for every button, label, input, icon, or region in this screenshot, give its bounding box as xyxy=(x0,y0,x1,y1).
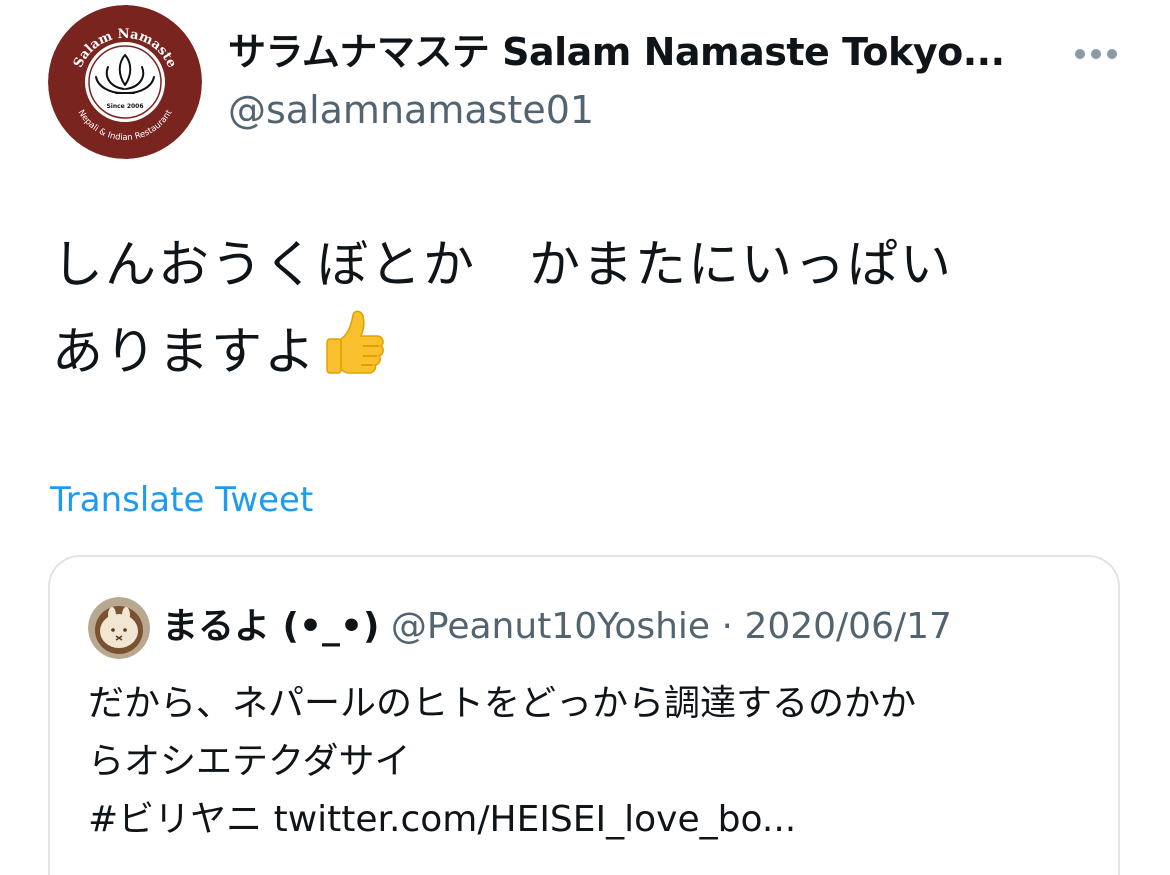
tweet-text-line-last: ありますよ xyxy=(52,305,1132,392)
quoted-tweet-card[interactable]: まるよ (•_•) @Peanut10Yoshie · 2020/06/17 だ… xyxy=(48,555,1120,875)
tweet-text-line: しんおうくぼとか かまたにいっぱい xyxy=(52,236,954,295)
tweet-screen: Salam Namaste Nepali & Indian Restaurant… xyxy=(0,0,1170,875)
author-display-name[interactable]: サラムナマステ Salam Namaste Tokyo... xyxy=(228,26,1058,78)
quoted-tweet-text: だから、ネパールのヒトをどっから調達するのかか らオシエテクダサイ #ビリヤニ … xyxy=(88,675,1098,849)
more-dots-icon[interactable] xyxy=(1073,46,1119,60)
logo-since-text: Since 2006 xyxy=(106,103,143,110)
thumbs-up-icon xyxy=(319,305,391,377)
header-separator: · xyxy=(721,606,733,647)
quoted-text-line: #ビリヤニ twitter.com/HEISEI_love_bo... xyxy=(88,799,797,840)
author-avatar[interactable]: Salam Namaste Nepali & Indian Restaurant… xyxy=(48,5,202,159)
quoted-author-handle[interactable]: @Peanut10Yoshie xyxy=(391,606,710,647)
quoted-text-line: らオシエテクダサイ xyxy=(88,741,411,782)
quoted-author-avatar[interactable] xyxy=(88,597,150,659)
latte-art-avatar-icon xyxy=(88,597,150,659)
tweet-text: しんおうくぼとか かまたにいっぱい ありますよ xyxy=(52,226,1132,392)
translate-tweet-link[interactable]: Translate Tweet xyxy=(50,478,313,522)
salam-namaste-logo-icon: Salam Namaste Nepali & Indian Restaurant… xyxy=(48,5,202,159)
quoted-author-name[interactable]: まるよ (•_•) xyxy=(162,606,379,647)
quoted-tweet-header: まるよ (•_•) @Peanut10Yoshie · 2020/06/17 xyxy=(162,601,952,653)
thumbs-up-glyph xyxy=(326,310,384,374)
quoted-text-line: だから、ネパールのヒトをどっから調達するのかか xyxy=(88,683,917,724)
more-dots-glyph xyxy=(1075,49,1117,59)
author-handle[interactable]: @salamnamaste01 xyxy=(228,84,594,136)
tweet-text-line: ありますよ xyxy=(52,323,318,382)
quoted-tweet-date[interactable]: 2020/06/17 xyxy=(744,606,952,647)
